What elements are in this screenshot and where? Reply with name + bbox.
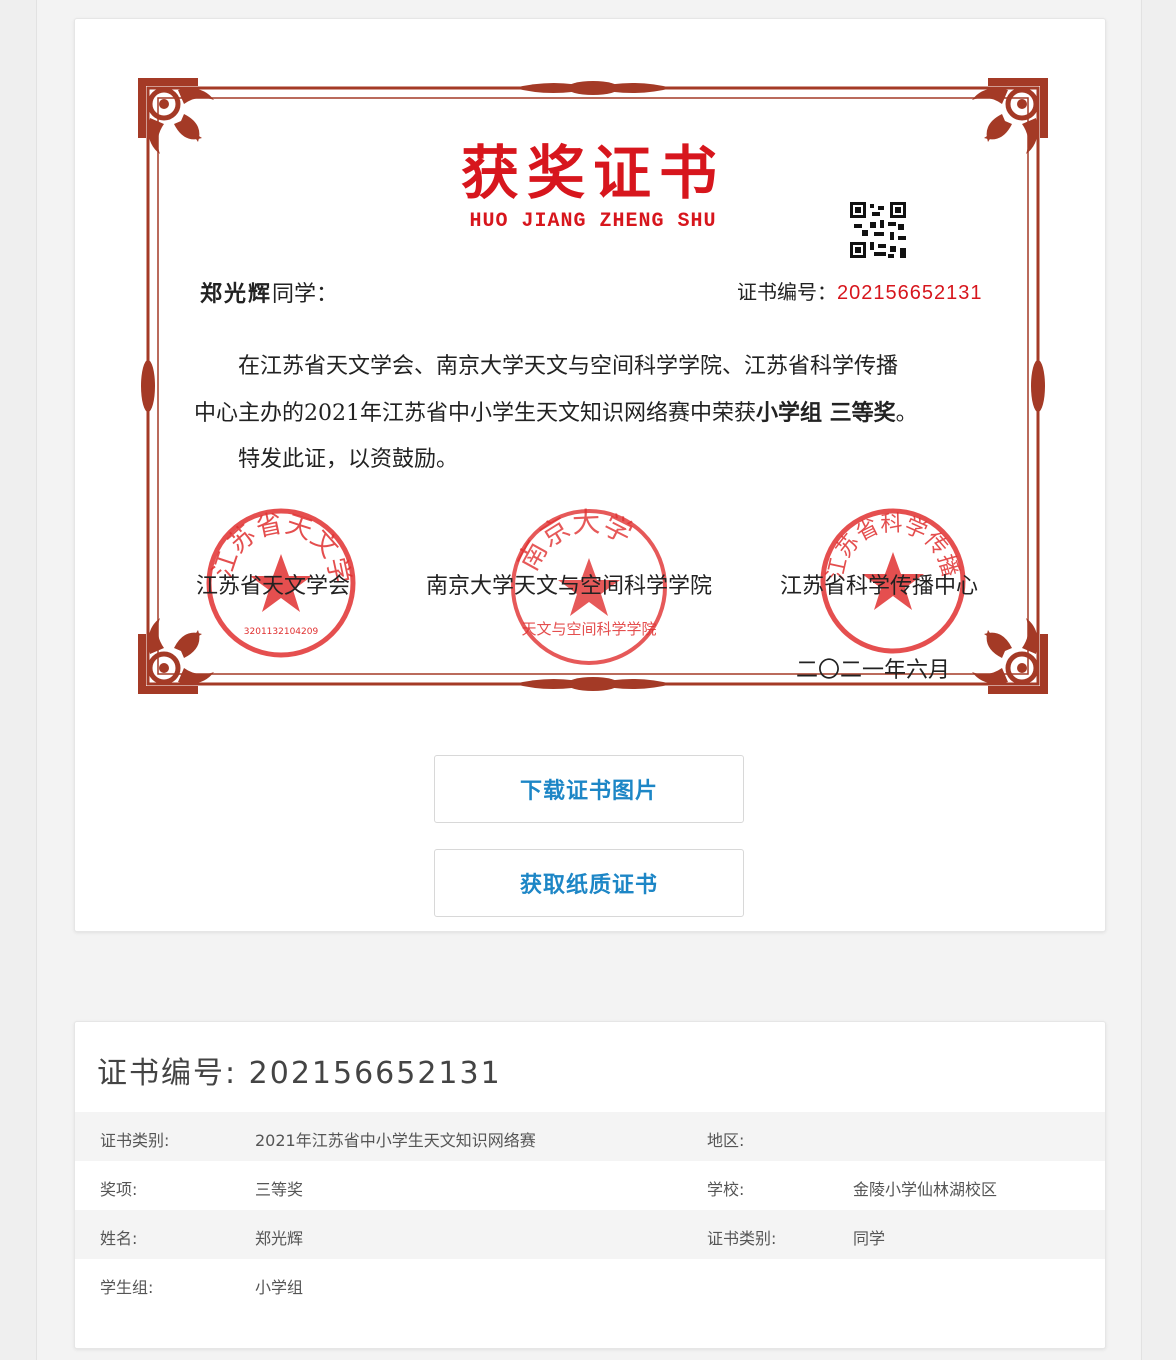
recipient-name: 郑光辉 <box>200 281 273 307</box>
info-value: 2021年江苏省中小学生天文知识网络赛 <box>255 1131 536 1150</box>
table-row: 学生组: 小学组 <box>75 1259 1105 1308</box>
seal-1-code: 3201132104209 <box>244 627 319 637</box>
seal-2-text: 南京大学 <box>511 506 638 576</box>
body-line-3: 特发此证，以资鼓励。 <box>238 447 459 472</box>
body-line-2: 中心主办的2021年江苏省中小学生天文知识网络赛中荣获小学组 三等奖。 <box>194 390 1014 437</box>
info-key: 学生组: <box>100 1278 154 1297</box>
certificate-number-label: 证书编号： <box>737 280 837 304</box>
certificate-info-card: 证书编号: 202156652131 证书类别: 2021年江苏省中小学生天文知… <box>74 1021 1106 1349</box>
info-title: 证书编号: 202156652131 <box>97 1056 502 1091</box>
body-line-2-prefix: 中心主办的2021年江苏省中小学生天文知识网络赛中荣获 <box>194 401 756 426</box>
body-line-1: 在江苏省天文学会、南京大学天文与空间科学学院、江苏省科学传播 <box>238 354 899 379</box>
recipient-suffix: 同学： <box>272 282 339 307</box>
download-certificate-button[interactable]: 下载证书图片 <box>434 755 744 823</box>
info-key: 学校: <box>707 1180 745 1199</box>
info-value: 三等奖 <box>255 1180 304 1199</box>
certificate-body: 在江苏省天文学会、南京大学天文与空间科学学院、江苏省科学传播 中心主办的2021… <box>194 344 1014 483</box>
info-value: 同学 <box>853 1229 886 1248</box>
certificate-card: 获奖证书 HUO JIANG ZHENG SHU 郑光辉同学： 证书编号：202… <box>74 18 1106 932</box>
info-key: 姓名: <box>100 1229 138 1248</box>
info-value: 金陵小学仙林湖校区 <box>853 1180 998 1199</box>
svg-text:南京大学: 南京大学 <box>511 506 638 576</box>
certificate-number: 202156652131 <box>837 282 983 304</box>
seal-2-subtext: 天文与空间科学学院 <box>521 620 656 638</box>
certificate-number-line: 证书编号：202156652131 <box>737 276 982 305</box>
page: 获奖证书 HUO JIANG ZHENG SHU 郑光辉同学： 证书编号：202… <box>36 0 1142 1360</box>
certificate-pinyin: HUO JIANG ZHENG SHU <box>469 210 717 233</box>
award-level: 小学组 三等奖 <box>756 400 896 426</box>
info-value: 郑光辉 <box>255 1229 304 1248</box>
issue-date: 二〇二一年六月 <box>796 658 951 683</box>
get-paper-certificate-button[interactable]: 获取纸质证书 <box>434 849 744 917</box>
issuer-1: 江苏省天文学会 <box>196 574 351 599</box>
info-key: 证书类别: <box>100 1131 170 1150</box>
qr-code-icon <box>850 202 906 258</box>
certificate-title: 获奖证书 <box>460 139 725 207</box>
table-row: 证书类别: 2021年江苏省中小学生天文知识网络赛 地区: <box>75 1112 1105 1161</box>
table-row: 奖项: 三等奖 学校: 金陵小学仙林湖校区 <box>75 1161 1105 1210</box>
info-key: 地区: <box>707 1131 745 1150</box>
certificate-image: 获奖证书 HUO JIANG ZHENG SHU 郑光辉同学： 证书编号：202… <box>134 74 1052 698</box>
table-row: 姓名: 郑光辉 证书类别: 同学 <box>75 1210 1105 1259</box>
issuer-3: 江苏省科学传播中心 <box>780 574 979 599</box>
body-line-2-suffix: 。 <box>895 401 918 426</box>
issuer-2: 南京大学天文与空间科学学院 <box>426 574 713 599</box>
info-table: 证书类别: 2021年江苏省中小学生天文知识网络赛 地区: 奖项: 三等奖 学校… <box>75 1112 1105 1308</box>
info-value: 小学组 <box>255 1278 304 1297</box>
info-key: 证书类别: <box>707 1229 777 1248</box>
info-key: 奖项: <box>100 1180 138 1199</box>
recipient-line: 郑光辉同学： <box>200 276 338 308</box>
